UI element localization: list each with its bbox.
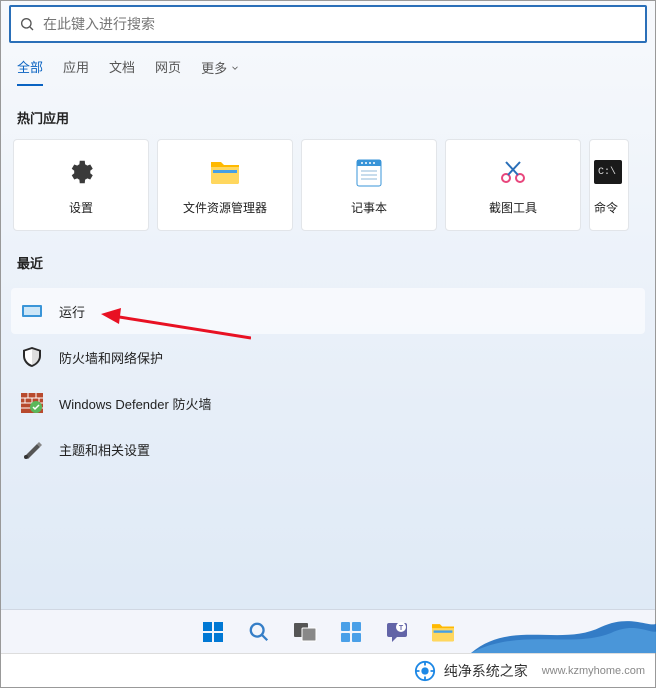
taskbar-task-view-button[interactable] bbox=[285, 612, 325, 652]
app-label: 文件资源管理器 bbox=[183, 199, 267, 216]
search-box[interactable] bbox=[9, 5, 647, 43]
chevron-down-icon bbox=[230, 63, 240, 73]
recent-item-label: 运行 bbox=[59, 302, 85, 321]
recent-list: 运行 防火墙和网络保护 Windows Defender 防火墙 主题和相关设置 bbox=[1, 284, 655, 476]
search-input[interactable] bbox=[43, 16, 637, 32]
recent-title: 最近 bbox=[1, 231, 655, 284]
recent-item-defender-firewall[interactable]: Windows Defender 防火墙 bbox=[11, 380, 645, 426]
app-label: 设置 bbox=[69, 199, 93, 216]
firewall-brick-icon bbox=[21, 393, 43, 413]
settings-icon bbox=[66, 157, 96, 187]
file-explorer-icon bbox=[430, 621, 456, 643]
app-label: 命令 bbox=[594, 199, 618, 216]
app-label: 记事本 bbox=[351, 199, 387, 216]
windows-logo-icon bbox=[201, 620, 225, 644]
tab-more[interactable]: 更多 bbox=[201, 57, 240, 86]
file-explorer-icon bbox=[209, 158, 241, 186]
svg-text:T: T bbox=[399, 625, 404, 632]
search-icon bbox=[19, 16, 35, 32]
watermark-brand: 纯净系统之家 bbox=[444, 661, 528, 681]
task-view-icon bbox=[293, 622, 317, 642]
filter-tabs: 全部 应用 文档 网页 更多 bbox=[1, 43, 655, 86]
themes-icon bbox=[22, 439, 42, 459]
tab-more-label: 更多 bbox=[201, 58, 227, 77]
brand-logo-icon bbox=[414, 660, 436, 682]
tab-documents[interactable]: 文档 bbox=[109, 57, 135, 86]
app-tile-notepad[interactable]: 记事本 bbox=[301, 139, 437, 231]
widgets-icon bbox=[339, 620, 363, 644]
terminal-icon: C:\ bbox=[594, 160, 622, 184]
tab-web[interactable]: 网页 bbox=[155, 57, 181, 86]
recent-item-firewall-protection[interactable]: 防火墙和网络保护 bbox=[11, 334, 645, 380]
taskbar-file-explorer-button[interactable] bbox=[423, 612, 463, 652]
tab-apps[interactable]: 应用 bbox=[63, 57, 89, 86]
taskbar-widgets-button[interactable] bbox=[331, 612, 371, 652]
taskbar-chat-button[interactable]: T bbox=[377, 612, 417, 652]
recent-item-label: 防火墙和网络保护 bbox=[59, 348, 163, 367]
app-tile-snipping-tool[interactable]: 截图工具 bbox=[445, 139, 581, 231]
recent-item-label: Windows Defender 防火墙 bbox=[59, 394, 211, 413]
app-tile-terminal[interactable]: C:\ 命令 bbox=[589, 139, 629, 231]
watermark-url: www.kzmyhome.com bbox=[542, 665, 645, 677]
app-tile-file-explorer[interactable]: 文件资源管理器 bbox=[157, 139, 293, 231]
top-apps-row: 设置 文件资源管理器 记事本 截图工具 C:\ 命令 bbox=[1, 139, 655, 231]
svg-text:C:\: C:\ bbox=[598, 166, 616, 178]
run-icon bbox=[22, 303, 42, 319]
search-icon bbox=[248, 621, 270, 643]
shield-icon bbox=[22, 346, 42, 368]
watermark-bar: 纯净系统之家 www.kzmyhome.com bbox=[1, 653, 655, 687]
app-tile-settings[interactable]: 设置 bbox=[13, 139, 149, 231]
snipping-tool-icon bbox=[498, 158, 528, 186]
recent-item-label: 主题和相关设置 bbox=[59, 440, 150, 459]
chat-icon: T bbox=[385, 621, 409, 643]
tab-all[interactable]: 全部 bbox=[17, 57, 43, 86]
recent-item-run[interactable]: 运行 bbox=[11, 288, 645, 334]
notepad-icon bbox=[356, 157, 382, 187]
taskbar: T bbox=[1, 609, 655, 653]
taskbar-start-button[interactable] bbox=[193, 612, 233, 652]
top-apps-title: 热门应用 bbox=[1, 86, 655, 139]
app-label: 截图工具 bbox=[489, 199, 537, 216]
taskbar-search-button[interactable] bbox=[239, 612, 279, 652]
recent-item-themes[interactable]: 主题和相关设置 bbox=[11, 426, 645, 472]
